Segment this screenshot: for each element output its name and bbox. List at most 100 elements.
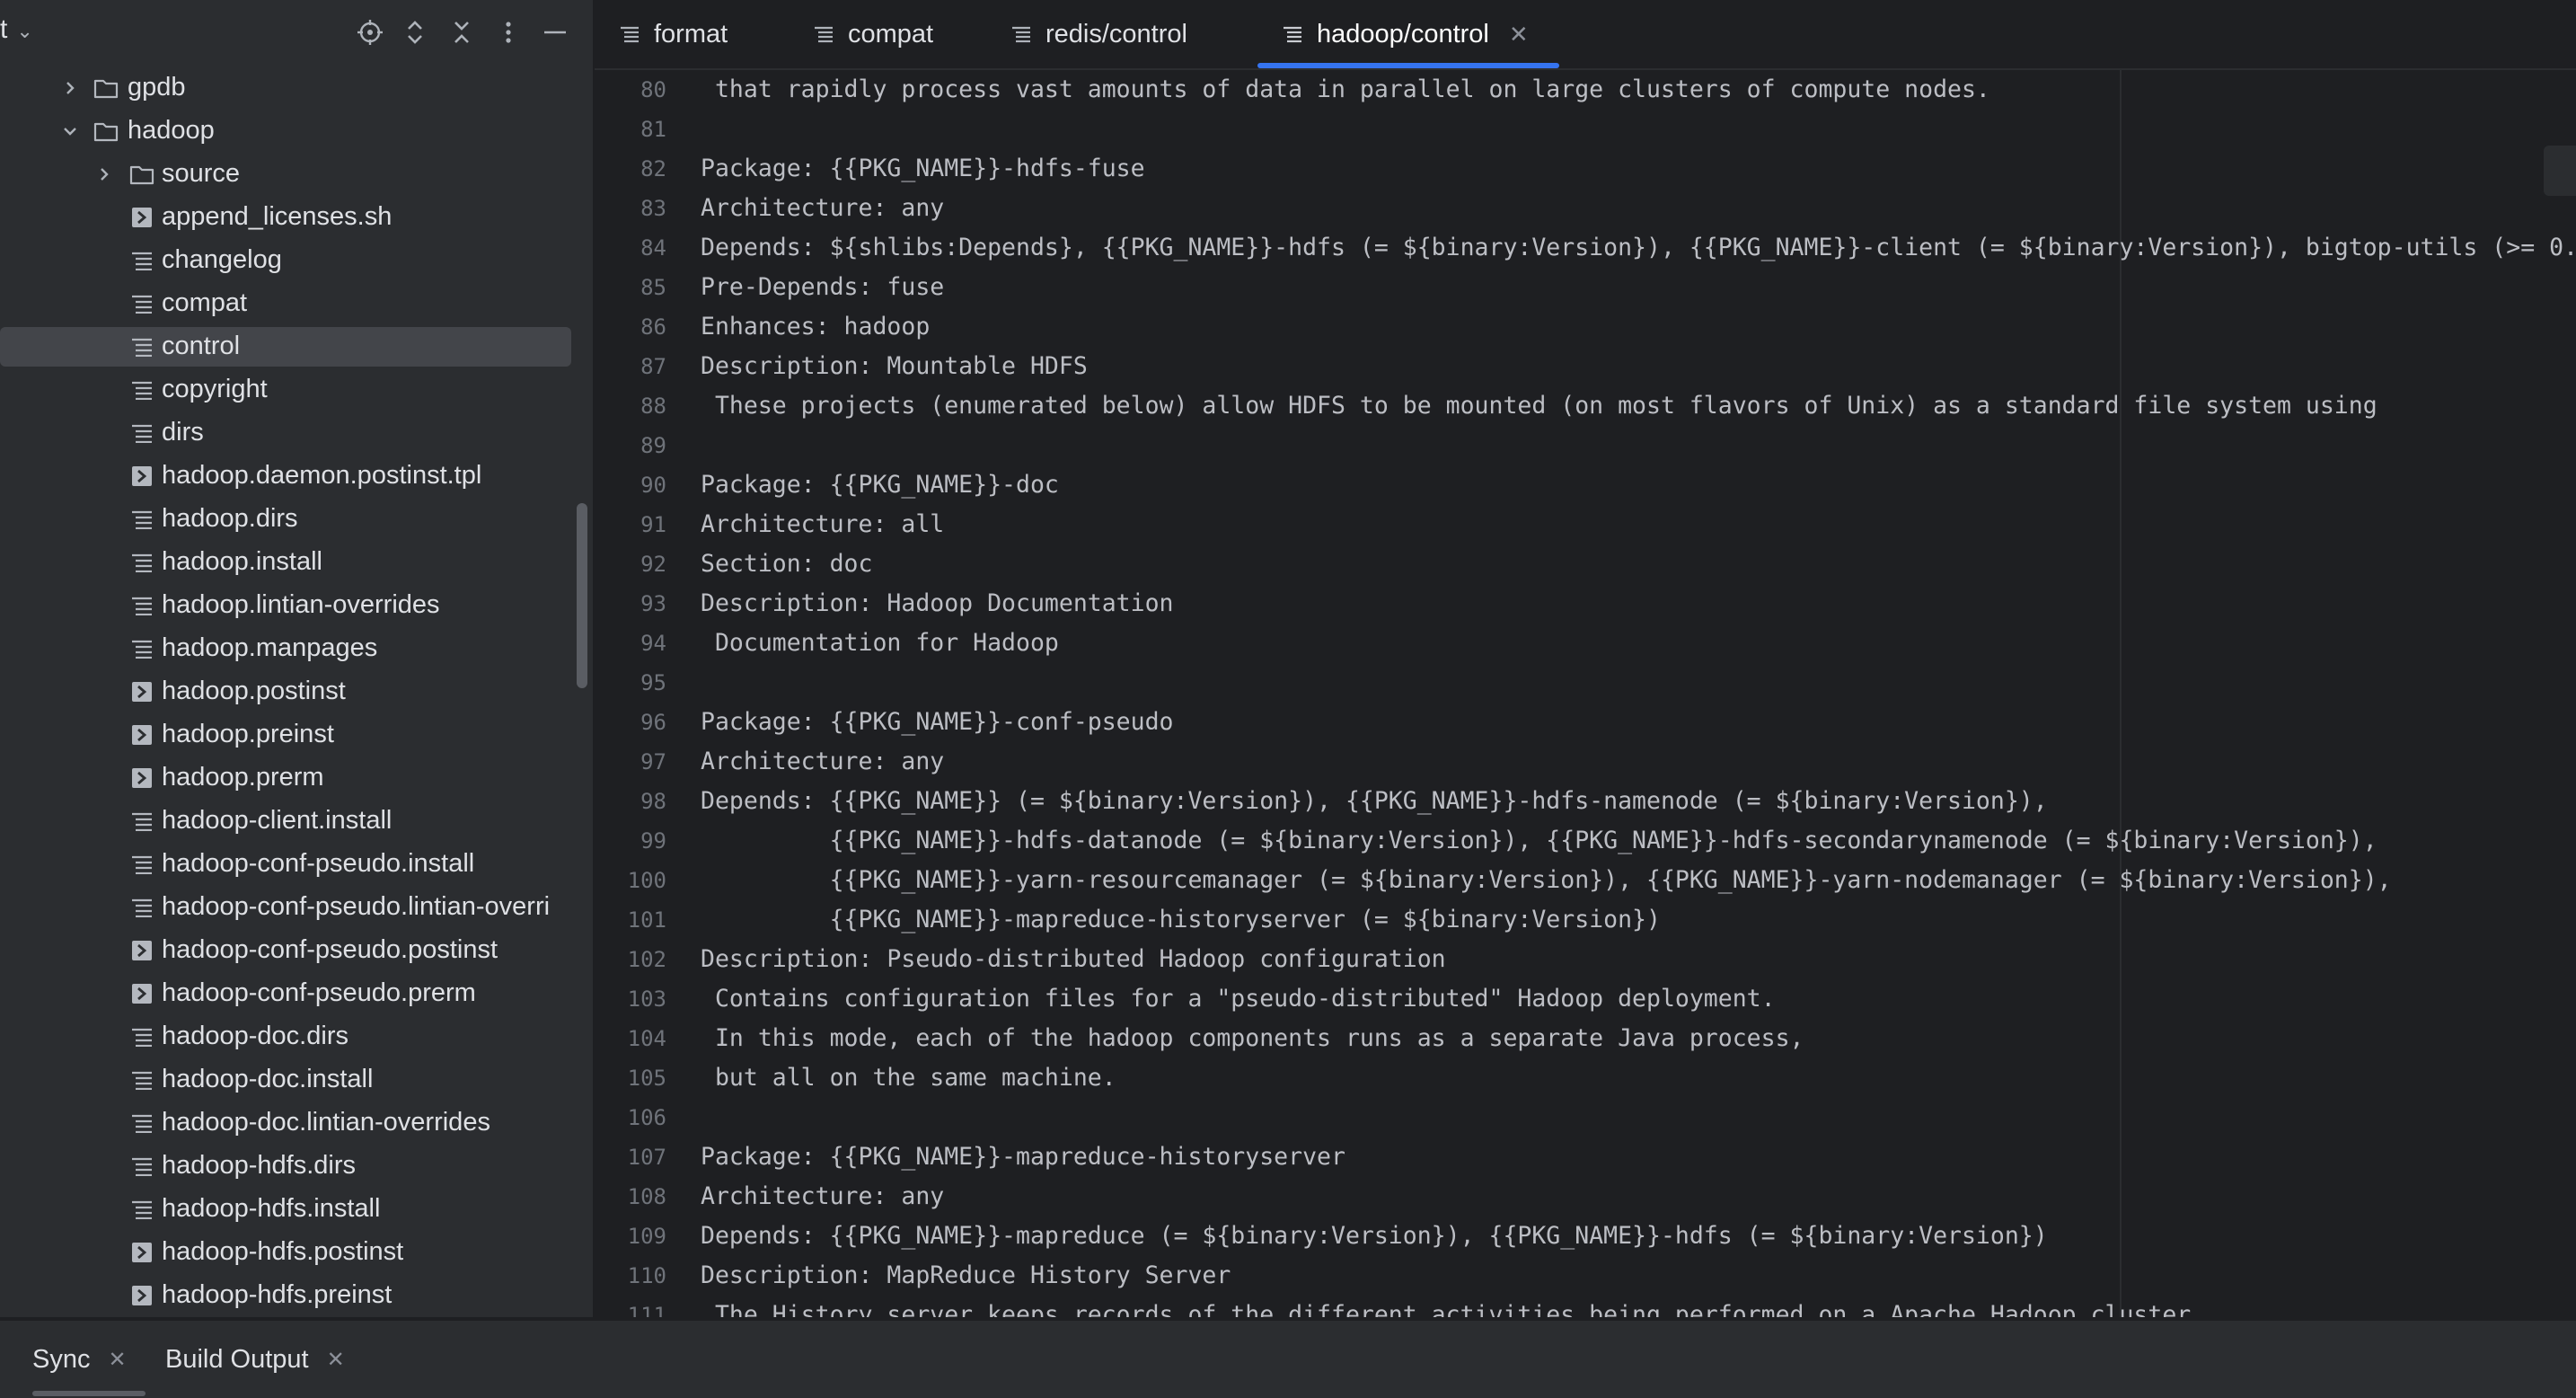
text-file-icon (129, 1110, 154, 1136)
tab-label: Sync (32, 1344, 91, 1374)
tree-item[interactable]: hadoop-conf-pseudo.postinst (0, 929, 593, 972)
tree-item-label: hadoop-client.install (162, 806, 393, 835)
code-line[interactable]: Description: Hadoop Documentation (701, 584, 1174, 624)
locate-file-icon[interactable] (352, 14, 388, 50)
tree-item[interactable]: hadoop-conf-pseudo.prerm (0, 972, 593, 1015)
line-number: 111 (627, 1303, 666, 1317)
tree-item[interactable]: hadoop-hdfs.dirs (0, 1145, 593, 1188)
tree-item-label: compat (162, 288, 248, 317)
tree-item[interactable]: control (0, 325, 593, 368)
code-line[interactable]: Depends: {{PKG_NAME}}-mapreduce (= ${bin… (701, 1217, 2048, 1256)
tree-item[interactable]: hadoop-doc.lintian-overrides (0, 1102, 593, 1145)
chevron-right-icon[interactable] (95, 165, 113, 183)
code-line[interactable]: Architecture: all (701, 505, 944, 544)
chevron-down-icon[interactable]: ⌄ (16, 20, 32, 43)
tree-item[interactable]: source (0, 153, 593, 196)
tab-build-output[interactable]: Build Output ✕ (165, 1321, 345, 1398)
tree-item-label: hadoop-doc.lintian-overrides (162, 1108, 490, 1137)
tree-item[interactable]: hadoop.daemon.postinst.tpl (0, 455, 593, 498)
chevron-right-icon[interactable] (61, 79, 79, 97)
tree-item[interactable]: hadoop-hdfs.postinst (0, 1231, 593, 1274)
sidebar-scrollbar[interactable] (577, 503, 587, 688)
code-area[interactable]: that rapidly process vast amounts of dat… (701, 70, 2576, 1317)
code-line[interactable]: Documentation for Hadoop (701, 624, 1059, 663)
close-icon[interactable]: ✕ (108, 1347, 126, 1373)
line-number: 104 (627, 1026, 666, 1051)
tree-item[interactable]: hadoop.dirs (0, 498, 593, 541)
code-line[interactable]: Architecture: any (701, 189, 944, 228)
tab-redis-control[interactable]: redis/control (1011, 0, 1187, 68)
tab-label: Build Output (165, 1344, 309, 1374)
code-line[interactable]: {{PKG_NAME}}-hdfs-datanode (= ${binary:V… (701, 821, 2378, 861)
tree-item[interactable]: hadoop-doc.install (0, 1058, 593, 1102)
tree-item[interactable]: hadoop-client.install (0, 800, 593, 843)
code-line[interactable]: Depends: ${shlibs:Depends}, {{PKG_NAME}}… (701, 228, 2576, 268)
tree-item[interactable]: hadoop.preinst (0, 713, 593, 757)
tree-item[interactable]: dirs (0, 411, 593, 455)
tree-item[interactable]: compat (0, 282, 593, 325)
tree-item[interactable]: gpdb (0, 66, 593, 110)
code-line[interactable]: The History server keeps records of the … (701, 1296, 2191, 1317)
collapse-all-icon[interactable] (444, 14, 480, 50)
code-line[interactable]: Description: Pseudo-distributed Hadoop c… (701, 940, 1446, 979)
tree-item[interactable]: copyright (0, 368, 593, 411)
close-icon[interactable]: ✕ (1509, 21, 1529, 49)
code-line[interactable]: that rapidly process vast amounts of dat… (701, 70, 1990, 110)
expand-all-icon[interactable] (397, 14, 433, 50)
code-line[interactable]: Section: doc (701, 544, 872, 584)
text-file-icon (129, 507, 154, 532)
code-line[interactable]: Enhances: hadoop (701, 307, 930, 347)
tree-item[interactable]: hadoop.prerm (0, 757, 593, 800)
tree-item[interactable]: changelog (0, 239, 593, 282)
minimize-icon[interactable] (537, 14, 573, 50)
code-line[interactable]: Package: {{PKG_NAME}}-conf-pseudo (701, 703, 1174, 742)
code-line[interactable]: Architecture: any (701, 1177, 944, 1217)
project-view-selector[interactable]: t ⌄ (0, 14, 33, 45)
tab-compat[interactable]: compat (814, 0, 933, 68)
text-file-icon (129, 550, 154, 575)
code-line[interactable]: Description: MapReduce History Server (701, 1256, 1231, 1296)
code-line[interactable]: but all on the same machine. (701, 1058, 1116, 1098)
tree-item[interactable]: hadoop-conf-pseudo.lintian-overri (0, 886, 593, 929)
tree-item[interactable]: hadoop.postinst (0, 670, 593, 713)
code-line[interactable]: Package: {{PKG_NAME}}-doc (701, 465, 1059, 505)
code-line[interactable]: Architecture: any (701, 742, 944, 782)
folder-icon (93, 75, 119, 101)
code-line[interactable]: Pre-Depends: fuse (701, 268, 944, 307)
tree-item[interactable]: hadoop.lintian-overrides (0, 584, 593, 627)
code-line[interactable]: Contains configuration files for a "pseu… (701, 979, 1776, 1019)
tree-item[interactable]: hadoop (0, 110, 593, 153)
tree-item[interactable]: hadoop.manpages (0, 627, 593, 670)
tree-item[interactable]: hadoop-conf-pseudo.install (0, 843, 593, 886)
inspection-widget[interactable] (2544, 146, 2576, 196)
code-line[interactable]: Package: {{PKG_NAME}}-hdfs-fuse (701, 149, 1145, 189)
tab-hadoop-control[interactable]: hadoop/control ✕ (1283, 0, 1529, 68)
executable-file-icon (129, 679, 154, 704)
code-line[interactable]: {{PKG_NAME}}-yarn-resourcemanager (= ${b… (701, 861, 2392, 900)
code-line[interactable]: Description: Mountable HDFS (701, 347, 1088, 386)
line-number: 84 (640, 235, 666, 261)
tab-sync[interactable]: Sync ✕ (32, 1321, 127, 1398)
tree-item[interactable]: hadoop.install (0, 541, 593, 584)
line-number: 109 (627, 1224, 666, 1249)
code-line[interactable]: Package: {{PKG_NAME}}-mapreduce-historys… (701, 1137, 1345, 1177)
line-number: 105 (627, 1066, 666, 1091)
tree-item-label: hadoop-conf-pseudo.prerm (162, 978, 476, 1007)
code-line[interactable]: These projects (enumerated below) allow … (701, 386, 2378, 426)
tree-item[interactable]: hadoop-doc.dirs (0, 1015, 593, 1058)
tree-item[interactable]: append_licenses.sh (0, 196, 593, 239)
code-line[interactable]: Depends: {{PKG_NAME}} (= ${binary:Versio… (701, 782, 2048, 821)
tree-item-label: hadoop-hdfs.install (162, 1194, 381, 1223)
close-icon[interactable]: ✕ (327, 1347, 345, 1373)
chevron-down-icon[interactable] (61, 122, 79, 140)
tab-label: redis/control (1045, 19, 1187, 49)
code-line[interactable]: In this mode, each of the hadoop compone… (701, 1019, 1804, 1058)
code-line[interactable]: {{PKG_NAME}}-mapreduce-historyserver (= … (701, 900, 1661, 940)
tree-item[interactable]: hadoop-hdfs.install (0, 1188, 593, 1231)
line-number: 107 (627, 1145, 666, 1170)
more-options-icon[interactable] (490, 14, 526, 50)
executable-file-icon (129, 981, 154, 1006)
code-editor[interactable]: 80 81 82 83 84 85 86 87 88 89 90 91 92 93 94 95 96 97 98 99… (595, 70, 2576, 1317)
tree-item[interactable]: hadoop-hdfs.preinst (0, 1274, 593, 1317)
tab-format[interactable]: format (620, 0, 728, 68)
